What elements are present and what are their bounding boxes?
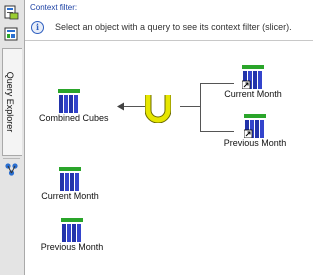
union-node[interactable] [144,93,172,125]
cube-shortcut-icon [244,114,266,138]
document-view-icon[interactable] [3,4,20,21]
context-filter-panel: Context filter: i Select an object with … [25,0,313,41]
union-icon [144,95,172,124]
data-link-icon[interactable] [3,161,20,178]
cube-icon [58,89,80,113]
toolbar-divider [3,158,20,159]
context-filter-title: Context filter: [30,3,78,12]
node-label: Previous Month [40,242,104,252]
node-label: Current Month [41,191,99,201]
node-label: Previous Month [223,138,287,148]
node-label: Combined Cubes [39,113,109,123]
connector-line [180,106,200,107]
cube-shortcut-icon [242,65,264,89]
combined-cubes-node[interactable]: Combined Cubes [39,89,109,123]
query-explorer-tab-label: Query Explorer [5,71,15,133]
connector-line [200,83,201,132]
connector-line [123,106,145,107]
info-icon: i [31,21,44,34]
cube-icon [59,167,81,191]
previous-month-source-node[interactable]: Previous Month [221,114,289,148]
node-label: Current Month [224,89,282,99]
query-panel-icon[interactable] [3,26,20,43]
current-month-node[interactable]: Current Month [39,167,101,201]
context-filter-message: Select an object with a query to see its… [55,22,292,32]
side-toolbar: Query Explorer [0,0,25,275]
cube-icon [61,218,83,242]
previous-month-node[interactable]: Previous Month [39,218,105,252]
arrow-head-icon [117,102,124,111]
current-month-source-node[interactable]: Current Month [221,65,285,99]
query-diagram-canvas: Combined Cubes Current Month Previous Mo… [25,41,313,275]
